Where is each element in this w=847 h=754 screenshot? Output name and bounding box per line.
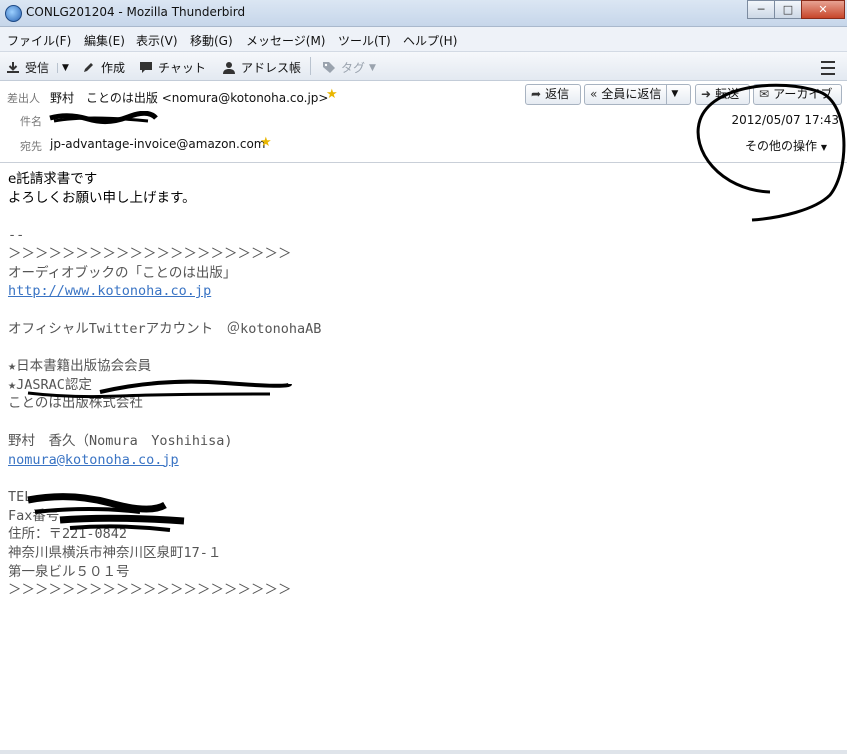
redaction-scribble: [99, 379, 292, 394]
redaction-scribble: [27, 391, 271, 399]
redaction-scribble: [59, 514, 185, 525]
redaction-scribble: [69, 524, 171, 532]
handdrawn-annotations: [27, 83, 846, 532]
redaction-scribble: [34, 507, 141, 514]
annotation-circle: [696, 83, 846, 222]
bottom-border: [0, 750, 847, 754]
